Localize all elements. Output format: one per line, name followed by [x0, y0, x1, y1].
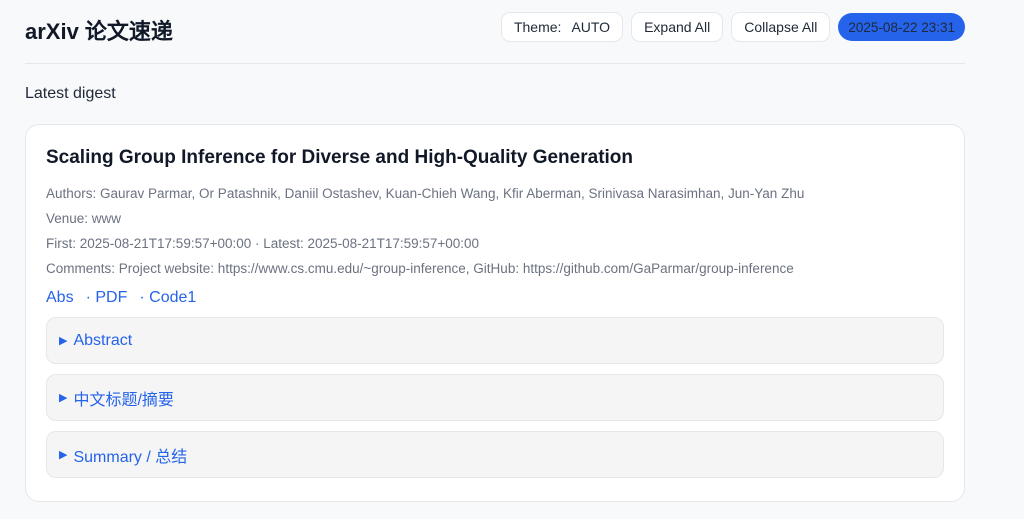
code-link[interactable]: · Code1	[139, 289, 196, 307]
triangle-right-icon: ▶	[59, 392, 68, 404]
abs-link[interactable]: Abs	[46, 289, 74, 307]
paper-title: Scaling Group Inference for Diverse and …	[46, 147, 634, 168]
paper-authors: Authors: Gaurav Parmar, Or Patashnik, Da…	[46, 186, 805, 201]
paper-dates: First: 2025-08-21T17:59:57+00:00 · Lates…	[46, 236, 480, 251]
theme-toggle-button[interactable]: Theme: AUTO	[500, 12, 624, 42]
abstract-toggle[interactable]: ▶ Abstract	[46, 317, 944, 364]
page-title: arXiv 论文速递	[25, 19, 173, 44]
chinese-summary-toggle[interactable]: ▶ 中文标题/摘要	[46, 374, 944, 421]
paper-card: Scaling Group Inference for Diverse and …	[25, 124, 965, 502]
theme-label: Theme:	[513, 19, 562, 35]
summary-toggle[interactable]: ▶ Summary / 总结	[46, 431, 944, 478]
header: arXiv 论文速递 Theme: AUTO Expand All Collaps…	[25, 0, 965, 64]
abstract-label: Abstract	[73, 331, 133, 349]
collapse-all-button[interactable]: Collapse All	[731, 12, 831, 42]
paper-venue: Venue: www	[46, 211, 122, 226]
section-title: Latest digest	[25, 85, 116, 102]
expand-all-button[interactable]: Expand All	[631, 12, 724, 42]
triangle-right-icon: ▶	[59, 449, 68, 461]
toolbar: Theme: AUTO Expand All Collapse All 2025-…	[500, 12, 965, 42]
pdf-link[interactable]: · PDF	[86, 289, 128, 307]
timestamp-badge: 2025-08-22 23:31	[838, 13, 965, 41]
paper-comments: Comments: Project website: https://www.c…	[46, 261, 794, 276]
summary-label: Summary / 总结	[73, 448, 188, 466]
theme-value: AUTO	[571, 19, 611, 35]
chinese-summary-label: 中文标题/摘要	[73, 391, 174, 409]
paper-links: Abs · PDF · Code1	[46, 289, 944, 307]
triangle-right-icon: ▶	[59, 335, 68, 347]
